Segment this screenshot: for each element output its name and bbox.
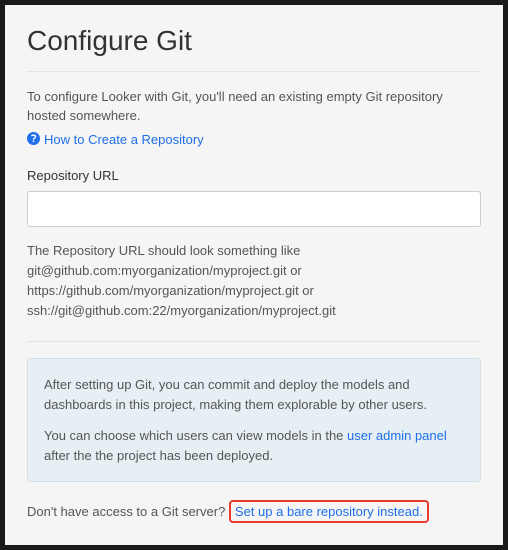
help-create-repo-link[interactable]: How to Create a Repository xyxy=(27,132,204,148)
repo-url-input[interactable] xyxy=(27,191,481,227)
page-title: Configure Git xyxy=(27,25,481,57)
divider xyxy=(27,71,481,72)
repo-url-hint: The Repository URL should look something… xyxy=(27,241,481,322)
info-text: You can choose which users can view mode… xyxy=(44,426,464,465)
intro-text: To configure Looker with Git, you'll nee… xyxy=(27,88,481,126)
hint-line: The Repository URL should look something… xyxy=(27,243,300,258)
hint-line: ssh://git@github.com:22/myorganization/m… xyxy=(27,303,336,318)
hint-line: https://github.com/myorganization/myproj… xyxy=(27,283,314,298)
alt-prefix: Don't have access to a Git server? xyxy=(27,504,225,519)
repo-url-label: Repository URL xyxy=(27,168,481,183)
alt-option-row: Don't have access to a Git server? Set u… xyxy=(27,500,481,523)
help-icon xyxy=(27,132,40,148)
divider xyxy=(27,341,481,342)
info-text: After setting up Git, you can commit and… xyxy=(44,375,464,414)
help-link-label: How to Create a Repository xyxy=(44,132,204,147)
info-box: After setting up Git, you can commit and… xyxy=(27,358,481,482)
configure-git-dialog: Configure Git To configure Looker with G… xyxy=(5,5,503,545)
user-admin-panel-link[interactable]: user admin panel xyxy=(347,428,447,443)
hint-line: git@github.com:myorganization/myproject.… xyxy=(27,263,302,278)
bare-repo-link[interactable]: Set up a bare repository instead. xyxy=(229,500,429,523)
